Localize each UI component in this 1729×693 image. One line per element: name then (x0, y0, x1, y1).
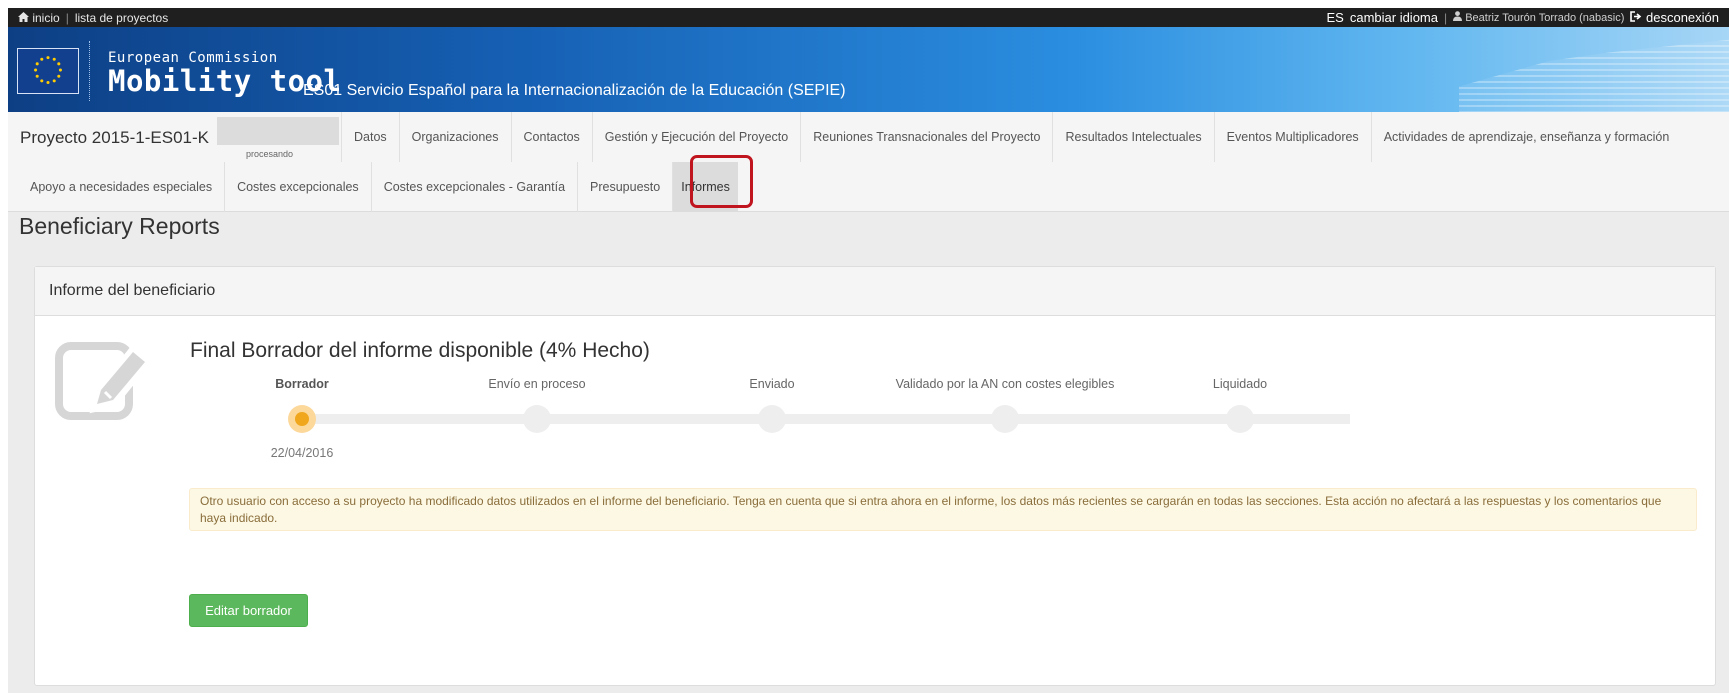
step-dot-enviado (758, 405, 786, 433)
step-dot-envio (523, 405, 551, 433)
step-date-borrador: 22/04/2016 (270, 446, 334, 460)
logout-link[interactable]: desconexión (1630, 10, 1719, 25)
informes-highlight-box (690, 155, 753, 208)
user-link[interactable]: Beatriz Tourón Torrado (nabasic) (1453, 11, 1624, 24)
tab-eventos-multiplicadores[interactable]: Eventos Multiplicadores (1213, 112, 1371, 162)
language-code: ES (1326, 10, 1344, 25)
home-link-label: inicio (32, 10, 60, 25)
project-nav: Proyecto 2015-1-ES01-K procesando Datos … (8, 112, 1729, 212)
tabs-row-1: Datos Organizaciones Contactos Gestión y… (341, 112, 1681, 162)
user-name: Beatriz Tourón Torrado (nabasic) (1465, 12, 1625, 24)
tab-contactos[interactable]: Contactos (510, 112, 592, 162)
alert-warning: Otro usuario con acceso a su proyecto ha… (189, 488, 1697, 531)
edit-document-icon (55, 342, 151, 420)
tab-actividades-aprendizaje[interactable]: Actividades de aprendizaje, enseñanza y … (1370, 112, 1682, 162)
step-label-borrador: Borrador (275, 377, 329, 391)
tabs-row-2: Apoyo a necesidades especiales Costes ex… (18, 162, 738, 212)
report-progress-stepper: Borrador Envío en proceso Enviado Valida… (190, 377, 1390, 460)
report-panel: Informe del beneficiario Final Borrador … (34, 266, 1716, 686)
home-link[interactable]: inicio (18, 11, 60, 25)
projects-list-link[interactable]: lista de proyectos (75, 11, 168, 25)
app-frame: inicio | lista de proyectos ES cambiar i… (8, 8, 1729, 693)
user-icon (1453, 11, 1463, 21)
banner-divider (89, 41, 90, 101)
report-status-title: Final Borrador del informe disponible (4… (190, 339, 650, 362)
tab-costes-garantia[interactable]: Costes excepcionales - Garantía (370, 162, 577, 212)
tab-costes-excepcionales[interactable]: Costes excepcionales (224, 162, 371, 212)
edit-draft-button[interactable]: Editar borrador (189, 594, 308, 627)
panel-heading: Informe del beneficiario (35, 267, 1715, 316)
tab-datos[interactable]: Datos (341, 112, 399, 162)
home-icon (18, 11, 29, 22)
header-banner: European Commission Mobility tool ES01 S… (8, 27, 1729, 112)
topbar-separator: | (65, 10, 69, 25)
stepper-track (300, 414, 1350, 424)
step-label-liquidado: Liquidado (1212, 377, 1268, 391)
step-dot-liquidado (1226, 405, 1254, 433)
logout-label: desconexión (1646, 10, 1719, 25)
page-title: Beneficiary Reports (19, 213, 220, 239)
top-bar: inicio | lista de proyectos ES cambiar i… (8, 8, 1729, 27)
tab-resultados-intelectuales[interactable]: Resultados Intelectuales (1052, 112, 1213, 162)
step-dot-borrador (288, 405, 316, 433)
tab-reuniones-transnacionales[interactable]: Reuniones Transnacionales del Proyecto (800, 112, 1052, 162)
service-name: ES01 Servicio Español para la Internacio… (303, 82, 846, 99)
logout-icon (1630, 11, 1642, 22)
project-id-redacted (217, 117, 339, 145)
tab-organizaciones[interactable]: Organizaciones (398, 112, 511, 162)
tab-apoyo-necesidades[interactable]: Apoyo a necesidades especiales (18, 162, 224, 212)
step-dot-validado (991, 405, 1019, 433)
change-language-link[interactable]: cambiar idioma (1350, 10, 1438, 25)
processing-label: procesando (246, 149, 294, 159)
project-title: Proyecto 2015-1-ES01-K (20, 128, 209, 147)
topbar-separator-right: | (1444, 10, 1448, 25)
eu-flag-logo (17, 48, 79, 94)
step-label-envio: Envío en proceso (488, 377, 586, 391)
step-label-enviado: Enviado (749, 377, 795, 391)
tab-presupuesto[interactable]: Presupuesto (577, 162, 672, 212)
step-label-validado: Validado por la AN con costes elegibles (895, 377, 1115, 391)
